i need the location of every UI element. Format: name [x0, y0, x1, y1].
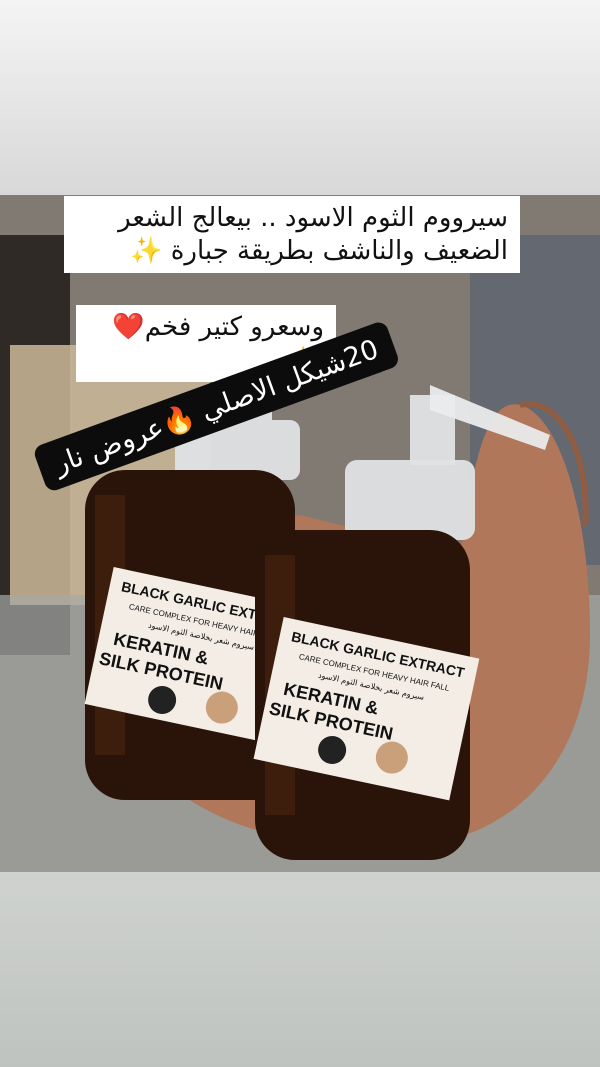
product-photo-illustration: BLACK GARLIC EXTRACT CARE COMPLEX FOR HE…: [0, 195, 600, 872]
story-caption-main: سيرووم الثوم الاسود .. بيعالج الشعر الضع…: [64, 196, 520, 273]
caption-line-2: الضعيف والناشف بطريقة جبارة ✨: [130, 235, 508, 266]
caption-line-1: سيرووم الثوم الاسود .. بيعالج الشعر: [118, 203, 508, 233]
product-photo: BLACK GARLIC EXTRACT CARE COMPLEX FOR HE…: [0, 195, 600, 872]
top-background: [0, 0, 600, 195]
bottom-background: [0, 872, 600, 1067]
